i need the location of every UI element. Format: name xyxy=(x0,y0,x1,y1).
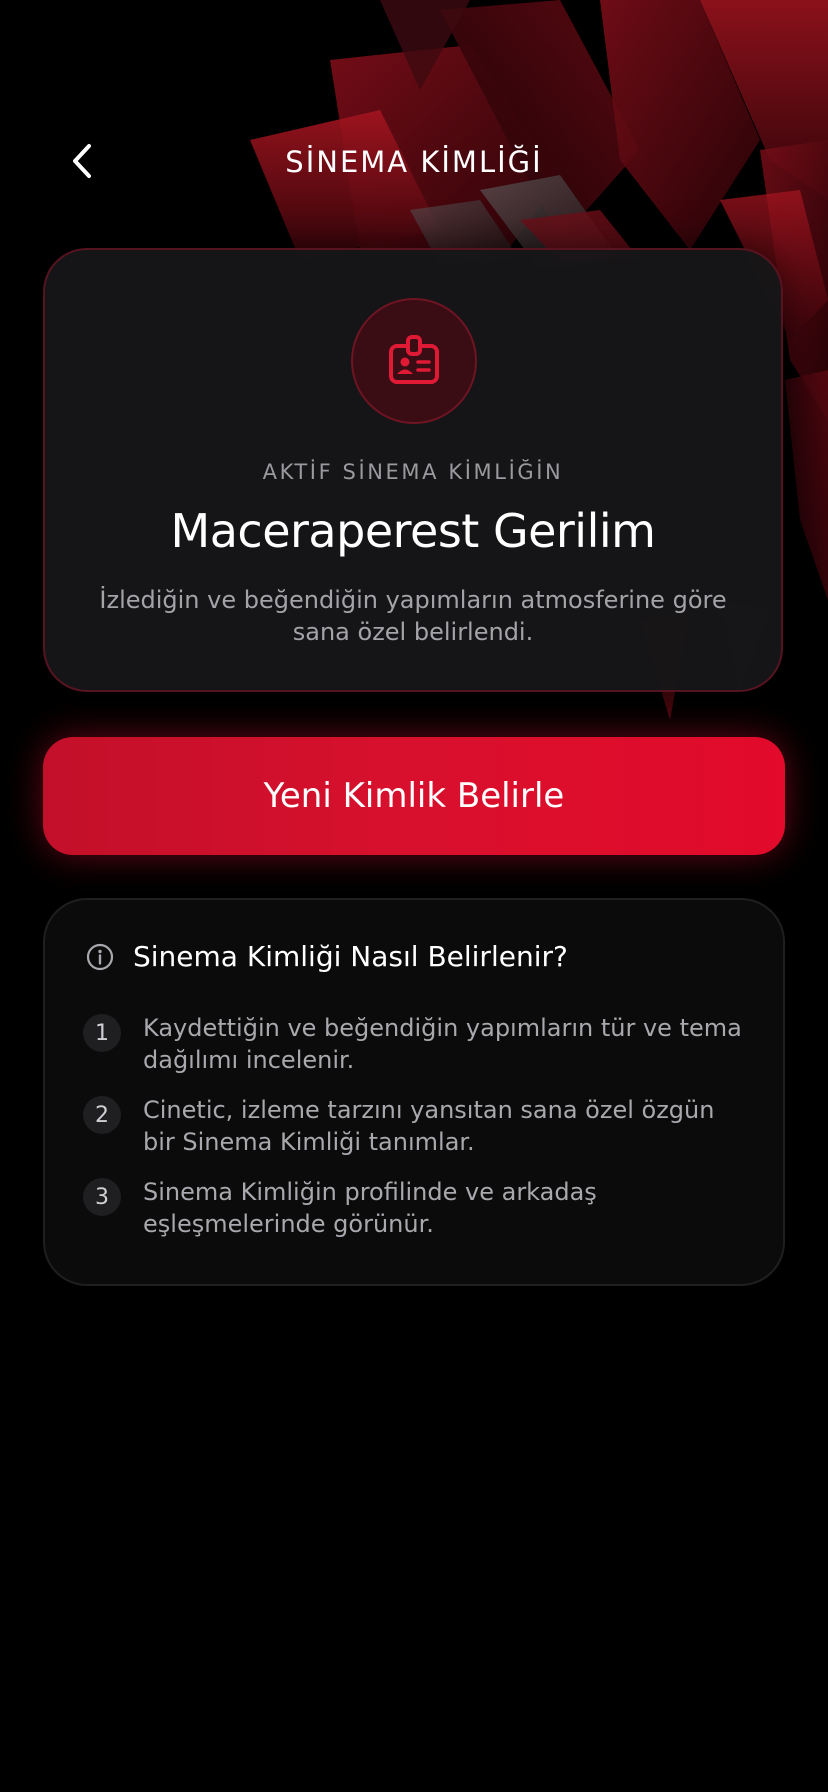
info-icon xyxy=(85,942,115,972)
list-item: 2 Cinetic, izleme tarzını yansıtan sana … xyxy=(83,1094,753,1158)
info-title: Sinema Kimliği Nasıl Belirlenir? xyxy=(133,940,568,973)
list-item: 3 Sinema Kimliğin profilinde ve arkadaş … xyxy=(83,1176,753,1240)
identity-title: Maceraperest Gerilim xyxy=(170,504,656,558)
info-header: Sinema Kimliği Nasıl Belirlenir? xyxy=(85,940,568,973)
page-title: SİNEMA KİMLİĞİ xyxy=(285,145,543,179)
how-it-works-card: Sinema Kimliği Nasıl Belirlenir? 1 Kayde… xyxy=(43,898,785,1286)
step-number: 1 xyxy=(83,1014,121,1052)
identity-badge xyxy=(351,298,477,424)
step-number: 3 xyxy=(83,1178,121,1216)
step-text: Sinema Kimliğin profilinde ve arkadaş eş… xyxy=(143,1178,597,1238)
identity-eyebrow: AKTİF SİNEMA KİMLİĞİN xyxy=(262,460,564,484)
step-text: Cinetic, izleme tarzını yansıtan sana öz… xyxy=(143,1096,715,1156)
top-bar: SİNEMA KİMLİĞİ xyxy=(0,110,828,210)
new-identity-button[interactable]: Yeni Kimlik Belirle xyxy=(43,737,785,855)
step-text: Kaydettiğin ve beğendiğin yapımların tür… xyxy=(143,1014,742,1074)
identity-description: İzlediğin ve beğendiğin yapımların atmos… xyxy=(99,586,727,646)
list-item: 1 Kaydettiğin ve beğendiğin yapımların t… xyxy=(83,1012,753,1076)
steps-list: 1 Kaydettiğin ve beğendiğin yapımların t… xyxy=(83,1012,753,1258)
active-identity-card: AKTİF SİNEMA KİMLİĞİN Maceraperest Geril… xyxy=(43,248,783,692)
id-badge-icon xyxy=(389,335,439,384)
step-number: 2 xyxy=(83,1096,121,1134)
